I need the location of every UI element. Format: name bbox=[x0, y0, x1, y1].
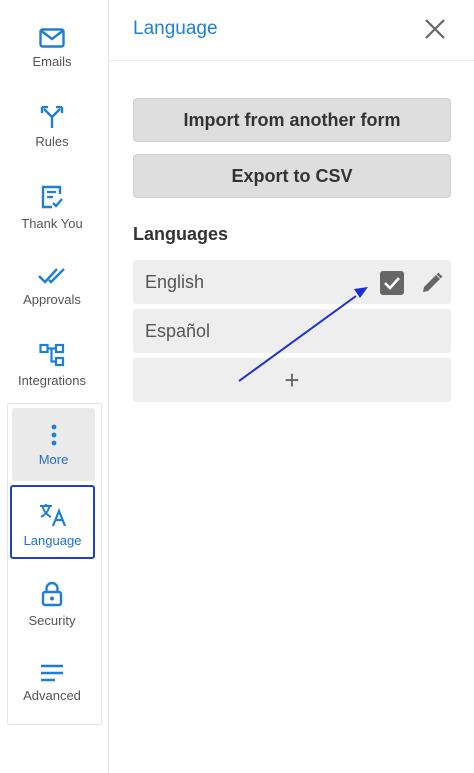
languages-heading: Languages bbox=[133, 224, 229, 244]
sidebar-item-rules[interactable]: Rules bbox=[8, 106, 96, 180]
split-arrow-icon bbox=[40, 106, 64, 128]
sidebar-item-label: Approvals bbox=[23, 292, 81, 307]
add-language-button[interactable]: + bbox=[133, 358, 451, 402]
sidebar-item-label: More bbox=[38, 452, 69, 467]
sidebar-item-thank-you[interactable]: Thank You bbox=[8, 184, 96, 258]
sidebar: Emails Rules Thank You Approvals Integra… bbox=[0, 0, 109, 773]
sidebar-item-label: Language bbox=[23, 533, 82, 548]
page-title: Language bbox=[133, 18, 218, 39]
export-csv-button[interactable]: Export to CSV bbox=[133, 154, 451, 198]
more-vertical-icon bbox=[51, 424, 56, 446]
lines-icon bbox=[41, 664, 63, 682]
language-row-espanol[interactable]: Español bbox=[133, 309, 451, 353]
plus-icon: + bbox=[284, 364, 300, 395]
check-icon bbox=[384, 277, 400, 290]
language-label: English bbox=[145, 271, 205, 292]
doc-check-icon bbox=[41, 185, 63, 209]
flow-icon bbox=[39, 343, 65, 367]
mail-icon bbox=[39, 28, 65, 48]
sidebar-item-label: Integrations bbox=[18, 373, 86, 388]
panel-header: Language bbox=[109, 0, 474, 61]
language-label: Español bbox=[145, 320, 211, 341]
pencil-icon[interactable] bbox=[420, 271, 444, 295]
sidebar-item-label: Emails bbox=[32, 54, 72, 69]
import-button[interactable]: Import from another form bbox=[133, 98, 451, 142]
sidebar-item-advanced[interactable]: Advanced bbox=[8, 664, 96, 738]
sidebar-item-label: Advanced bbox=[23, 688, 81, 703]
translate-icon bbox=[39, 504, 66, 527]
close-icon[interactable] bbox=[424, 18, 446, 40]
double-check-icon bbox=[38, 268, 65, 284]
sidebar-item-label: Rules bbox=[35, 134, 69, 149]
sidebar-item-security[interactable]: Security bbox=[8, 581, 96, 655]
sidebar-item-label: Thank You bbox=[21, 216, 83, 231]
sidebar-item-label: Security bbox=[28, 613, 76, 628]
default-language-checkbox[interactable] bbox=[380, 271, 404, 295]
sidebar-item-language[interactable]: Language bbox=[10, 485, 95, 559]
sidebar-item-emails[interactable]: Emails bbox=[8, 28, 96, 102]
lock-icon bbox=[41, 581, 63, 607]
sidebar-item-approvals[interactable]: Approvals bbox=[8, 266, 96, 340]
sidebar-item-more[interactable]: More bbox=[12, 408, 95, 481]
